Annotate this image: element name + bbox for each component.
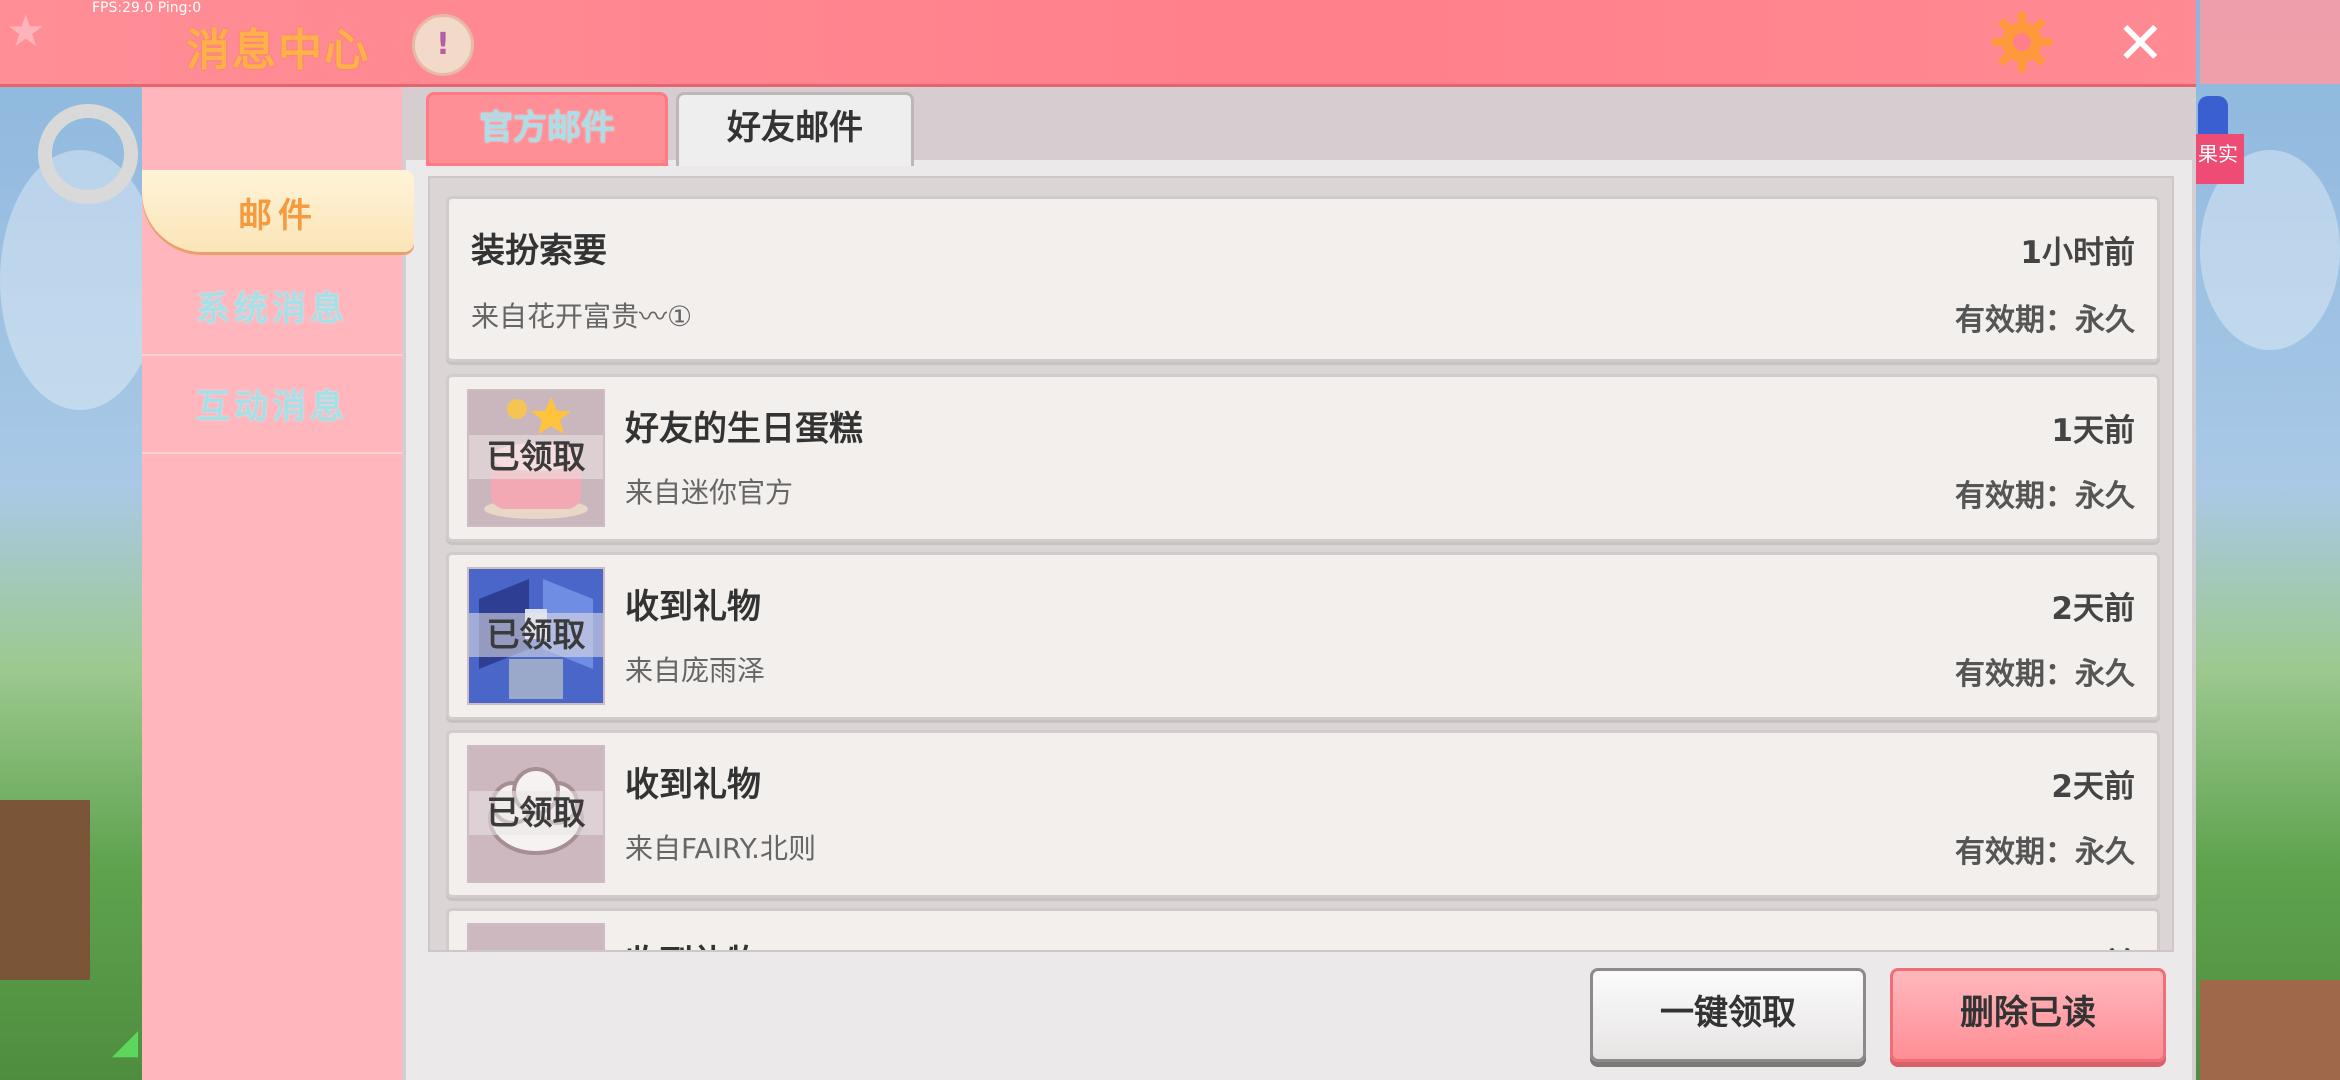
sidebar-item-interaction-messages[interactable]: 互动消息 [142, 362, 402, 454]
mail-time: 1小时前 [2020, 235, 2135, 271]
mail-time: 2天前 [2051, 769, 2135, 805]
mail-sender: 来自迷你官方 [625, 476, 794, 509]
list-item[interactable]: 已领取 收到礼物 来自FAIRY.北则 2天前 有效期：永久 [446, 730, 2160, 898]
mail-title: 收到礼物 [625, 587, 761, 627]
sidebar-item-label: 互动消息 [196, 387, 348, 427]
window-title: 消息中心 [186, 25, 370, 76]
mail-title: 装扮索要 [471, 231, 607, 271]
title-bar-extension [2200, 0, 2340, 84]
mail-title: 收到礼物 [625, 935, 761, 950]
tab-friend-mail[interactable]: 好友邮件 [676, 92, 914, 166]
robot-outfit-icon: 已领取 [467, 567, 605, 705]
title-badge: ! [412, 14, 474, 76]
list-item[interactable]: 收到礼物 2天前 [446, 908, 2160, 950]
birthday-cake-icon: 已领取 [467, 389, 605, 527]
delete-read-button[interactable]: 删除已读 [1890, 968, 2166, 1062]
gift-icon [467, 923, 605, 950]
tab-official-mail[interactable]: 官方邮件 [426, 92, 668, 166]
mail-validity: 有效期：永久 [1955, 479, 2135, 514]
gear-icon[interactable] [1990, 10, 2054, 74]
list-item[interactable]: 已领取 收到礼物 来自庞雨泽 2天前 有效期：永久 [446, 552, 2160, 720]
sidebar-item-label: 邮件 [238, 196, 318, 236]
claimed-label: 已领取 [469, 435, 603, 479]
close-icon[interactable]: ✕ [2116, 14, 2165, 72]
mail-sender: 来自花开富贵〰① [471, 300, 693, 333]
cloud-outfit-icon: 已领取 [467, 745, 605, 883]
background-block [2200, 980, 2340, 1080]
mail-time: 2天前 [2051, 591, 2135, 627]
mail-title: 收到礼物 [625, 765, 761, 805]
mail-validity: 有效期：永久 [1955, 303, 2135, 338]
mail-validity: 有效期：永久 [1955, 657, 2135, 692]
mail-title: 好友的生日蛋糕 [625, 409, 863, 449]
wifi-icon: ◢ [112, 1022, 139, 1062]
mail-validity: 有效期：永久 [1955, 835, 2135, 870]
mail-sender: 来自庞雨泽 [625, 654, 766, 687]
claimed-label: 已领取 [469, 613, 603, 657]
sidebar-item-system-messages[interactable]: 系统消息 [142, 264, 402, 356]
claimed-label: 已领取 [469, 791, 603, 835]
list-item[interactable]: 已领取 好友的生日蛋糕 来自迷你官方 1天前 有效期：永久 [446, 374, 2160, 542]
title-bar: ★ 消息中心 ! ✕ [0, 0, 2196, 87]
list-item[interactable]: 装扮索要 来自花开富贵〰① 1小时前 有效期：永久 [446, 196, 2160, 362]
mail-time: 2天前 [2051, 939, 2135, 950]
mail-list[interactable]: 装扮索要 来自花开富贵〰① 1小时前 有效期：永久 已领取 好友的生日蛋糕 来自… [428, 176, 2174, 952]
sidebar-item-label: 系统消息 [196, 289, 348, 329]
fps-readout: FPS:29.0 Ping:0 [92, 0, 202, 16]
mail-time: 1天前 [2051, 413, 2135, 449]
background-block [0, 800, 90, 980]
joystick-ring-icon[interactable] [38, 104, 138, 204]
claim-all-button[interactable]: 一键领取 [1590, 968, 1866, 1062]
mail-sender: 来自FAIRY.北则 [625, 832, 816, 865]
star-decoration-icon: ★ [6, 6, 46, 57]
fruit-tag: 果实 [2192, 134, 2244, 184]
sidebar-item-mail[interactable]: 邮件 [142, 170, 414, 252]
